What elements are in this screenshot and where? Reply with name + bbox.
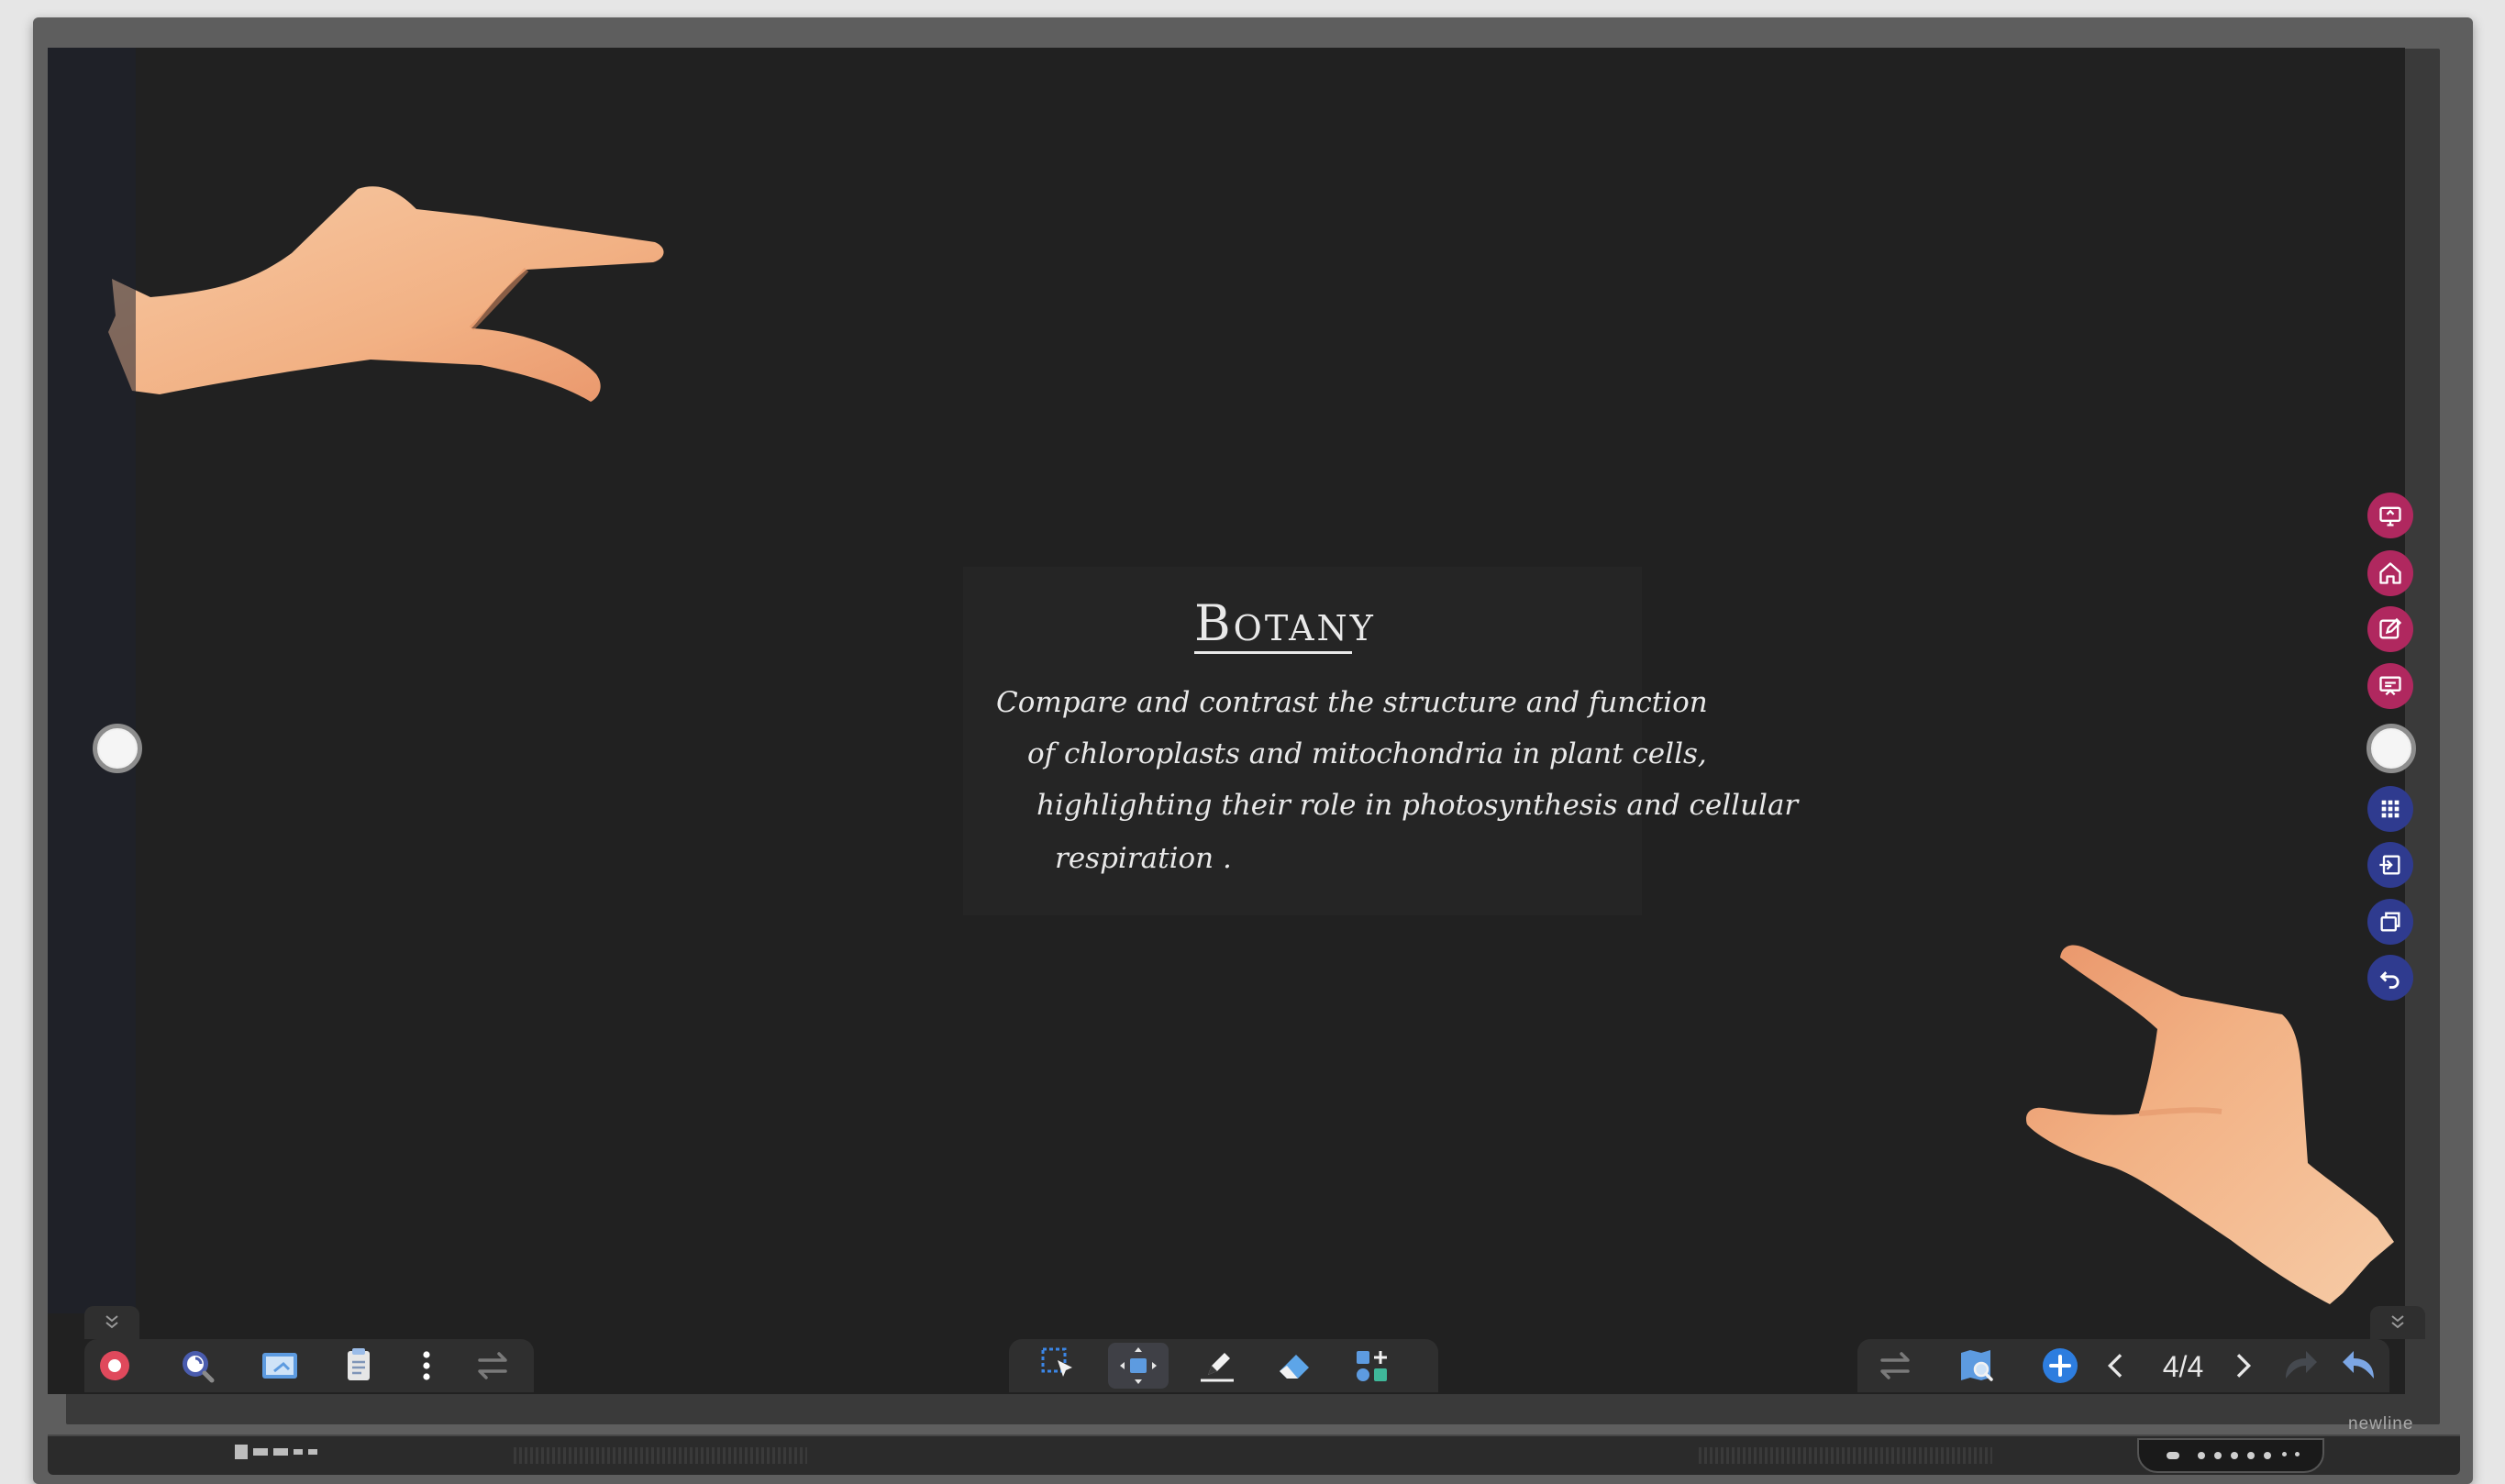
note-line-3: highlighting their role in photosynthesi… — [1036, 789, 1799, 822]
note-line-4: respiration . — [1055, 842, 1232, 875]
select-icon — [1041, 1347, 1072, 1377]
whiteboard-icon — [2379, 676, 2401, 696]
left-toolbar — [84, 1339, 534, 1392]
note-line-1: Compare and contrast the structure and f… — [996, 686, 1708, 719]
screen-share-button[interactable] — [2367, 493, 2413, 538]
eraser-icon — [1280, 1355, 1309, 1379]
clipboard-icon — [348, 1348, 370, 1380]
shapes-icon — [1357, 1351, 1387, 1381]
redo-button[interactable] — [2268, 1343, 2329, 1389]
lens-button[interactable] — [167, 1343, 227, 1389]
left-side-menu-handle[interactable] — [93, 724, 142, 773]
record-icon — [100, 1351, 129, 1380]
add-page-icon — [2043, 1348, 2078, 1383]
brand-label: newline — [2348, 1414, 2414, 1434]
redo-icon — [2286, 1351, 2317, 1379]
back-icon — [2379, 971, 2400, 989]
page-preview-icon — [1961, 1350, 1993, 1381]
undo-button[interactable] — [2331, 1343, 2391, 1389]
page-preview-button[interactable] — [1945, 1343, 2006, 1389]
swap-icon — [478, 1352, 507, 1379]
collapse-left-toolbar-button[interactable] — [84, 1306, 139, 1339]
add-page-button[interactable] — [2030, 1343, 2090, 1389]
home-icon — [2379, 562, 2401, 584]
input-icon — [2379, 855, 2400, 875]
right-side-menu-handle[interactable] — [2366, 724, 2416, 773]
home-button[interactable] — [2367, 550, 2413, 596]
center-toolbar — [1009, 1339, 1438, 1392]
windows-button[interactable] — [2367, 899, 2413, 945]
prev-page-button[interactable] — [2098, 1343, 2134, 1389]
record-button[interactable] — [84, 1343, 145, 1389]
apps-button[interactable] — [2367, 786, 2413, 832]
chevron-double-down-icon — [2391, 1315, 2404, 1329]
shapes-tool-button[interactable] — [1341, 1343, 1402, 1389]
title-underline — [1194, 651, 1352, 654]
chevron-right-icon — [2236, 1354, 2252, 1378]
pinch-gesture-hand-icon — [108, 186, 664, 402]
speaker-grille — [514, 1447, 807, 1464]
grid-icon — [2381, 800, 2400, 818]
swap-toolbar-button[interactable] — [462, 1343, 523, 1389]
control-buttons — [2137, 1438, 2324, 1473]
speaker-bar — [48, 1434, 2460, 1475]
chevron-double-down-icon — [105, 1315, 118, 1329]
clipboard-button[interactable] — [328, 1343, 389, 1389]
windows-icon — [2380, 912, 2400, 932]
pen-tool-button[interactable] — [1187, 1343, 1247, 1389]
select-tool-button[interactable] — [1029, 1343, 1090, 1389]
screen-share-icon — [2379, 506, 2401, 526]
right-toolbar: 4/4 — [1857, 1339, 2389, 1392]
undo-icon — [2343, 1351, 2374, 1379]
page-indicator: 4/4 — [2162, 1350, 2204, 1383]
pan-tool-button[interactable] — [1108, 1343, 1169, 1389]
pan-icon — [1120, 1347, 1157, 1384]
input-source-button[interactable] — [2367, 842, 2413, 888]
speaker-grille — [1699, 1447, 1992, 1464]
note-line-2: of chloroplasts and mitochondria in plan… — [1027, 737, 1707, 770]
swap-icon — [1880, 1352, 1910, 1379]
back-button[interactable] — [2367, 955, 2413, 1001]
screenshot-button[interactable] — [249, 1343, 310, 1389]
whiteboard-button[interactable] — [2367, 663, 2413, 709]
eraser-tool-button[interactable] — [1264, 1343, 1325, 1389]
whiteboard-canvas[interactable]: Botany Compare and contrast the structur… — [48, 48, 2405, 1394]
front-ports — [235, 1444, 363, 1462]
next-page-button[interactable] — [2224, 1343, 2261, 1389]
pinch-gesture-hand-icon — [2025, 945, 2394, 1304]
more-button[interactable] — [396, 1343, 457, 1389]
collapse-right-toolbar-button[interactable] — [2370, 1306, 2425, 1339]
note-title: Botany — [1194, 594, 1376, 652]
lens-icon — [183, 1351, 215, 1383]
handwritten-note: Botany Compare and contrast the structur… — [963, 567, 1798, 915]
more-icon — [423, 1351, 430, 1380]
edit-icon — [2379, 617, 2402, 639]
pen-icon — [1201, 1353, 1234, 1382]
chevron-left-icon — [2107, 1354, 2123, 1378]
screenshot-icon — [262, 1353, 297, 1379]
edge-shade — [48, 48, 136, 1313]
swap-toolbar-button[interactable] — [1865, 1343, 1925, 1389]
annotate-button[interactable] — [2367, 606, 2413, 652]
